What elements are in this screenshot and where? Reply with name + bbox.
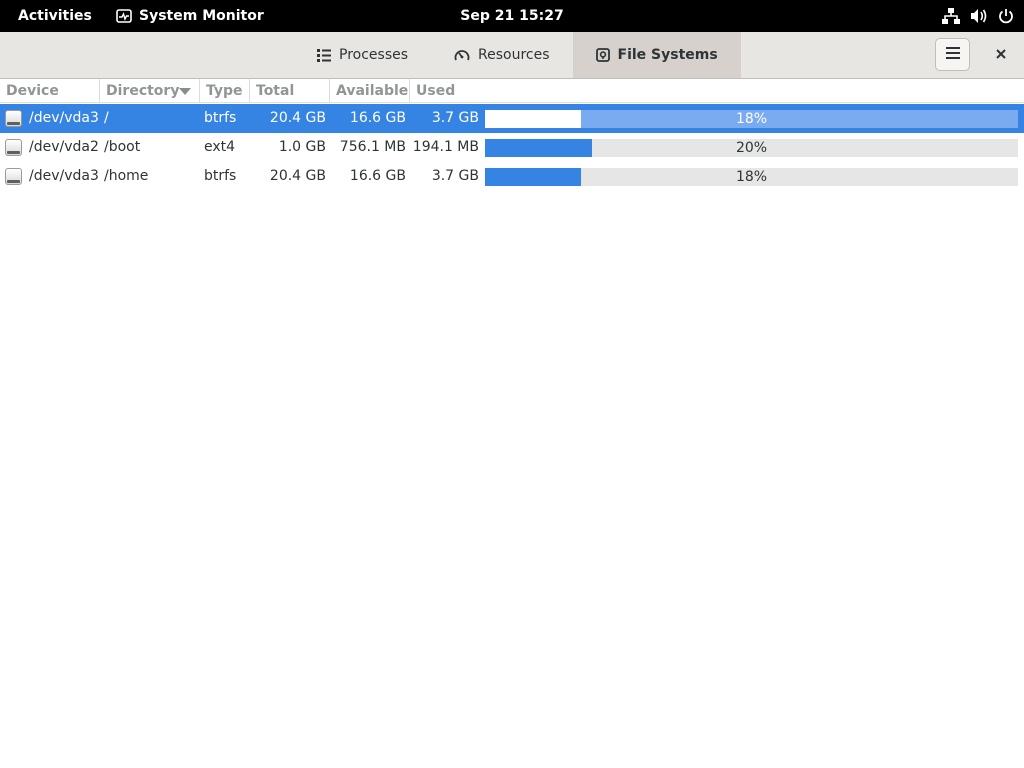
list-icon <box>317 48 331 62</box>
usage-bar: 20% <box>485 139 1018 157</box>
usage-bar: 18% <box>485 110 1018 128</box>
device-cell: /dev/vda3 <box>29 110 99 126</box>
app-name: System Monitor <box>139 8 264 24</box>
available-cell: 16.6 GB <box>349 168 406 184</box>
drive-icon <box>595 48 610 62</box>
available-cell: 756.1 MB <box>339 139 406 155</box>
clock[interactable]: Sep 21 15:27 <box>452 0 572 32</box>
usage-percent: 20% <box>735 140 768 156</box>
top-bar: Activities System Monitor Sep 21 15:27 <box>0 0 1024 32</box>
disk-icon <box>5 139 22 156</box>
gauge-icon <box>454 48 470 62</box>
column-header-device[interactable]: Device <box>0 79 100 103</box>
close-icon <box>996 47 1006 63</box>
total-cell: 20.4 GB <box>269 168 326 184</box>
sort-descending-icon <box>179 88 191 95</box>
volume-icon <box>970 8 988 24</box>
directory-cell: / <box>104 110 109 126</box>
system-tray[interactable] <box>942 0 1014 32</box>
activities-button[interactable]: Activities <box>0 0 110 32</box>
total-cell: 20.4 GB <box>269 110 326 126</box>
used-cell: 3.7 GB <box>431 168 479 184</box>
close-button[interactable] <box>986 38 1016 71</box>
system-monitor-icon <box>116 9 132 23</box>
network-icon <box>942 8 960 24</box>
hamburger-icon <box>945 46 960 63</box>
column-header-total[interactable]: Total <box>250 79 330 103</box>
device-cell: /dev/vda3 <box>29 168 99 184</box>
type-cell: btrfs <box>204 168 237 184</box>
device-cell: /dev/vda2 <box>29 139 99 155</box>
available-cell: 16.6 GB <box>349 110 406 126</box>
tab-processes[interactable]: Processes <box>294 32 431 78</box>
column-header-directory-label: Directory <box>106 83 180 99</box>
table-row[interactable]: /dev/vda2 /boot ext4 1.0 GB 756.1 MB 194… <box>0 133 1024 162</box>
type-cell: ext4 <box>204 139 236 155</box>
disk-icon <box>5 110 22 127</box>
usage-bar: 18% <box>485 168 1018 186</box>
app-menu[interactable]: System Monitor <box>106 0 274 32</box>
type-cell: btrfs <box>204 110 237 126</box>
directory-cell: /home <box>104 168 149 184</box>
file-systems-list: /dev/vda3 / btrfs 20.4 GB 16.6 GB 3.7 GB… <box>0 104 1024 191</box>
usage-percent: 18% <box>735 169 768 185</box>
main-menu-button[interactable] <box>935 38 970 71</box>
directory-cell: /boot <box>104 139 141 155</box>
disk-icon <box>5 168 22 185</box>
total-cell: 1.0 GB <box>278 139 326 155</box>
tab-file-systems[interactable]: File Systems <box>572 32 741 78</box>
column-header-used[interactable]: Used <box>410 79 1024 103</box>
table-row[interactable]: /dev/vda3 / btrfs 20.4 GB 16.6 GB 3.7 GB… <box>0 104 1024 133</box>
power-icon <box>998 8 1014 24</box>
view-switcher: Processes Resources File Systems <box>294 32 741 78</box>
tab-resources-label: Resources <box>478 47 550 63</box>
column-header-directory[interactable]: Directory <box>100 79 200 103</box>
used-cell: 194.1 MB <box>412 139 479 155</box>
tab-processes-label: Processes <box>339 47 409 63</box>
usage-percent: 18% <box>735 111 768 127</box>
header-bar: Processes Resources File Systems <box>0 32 1024 79</box>
column-header-available[interactable]: Available <box>330 79 410 103</box>
column-header-type[interactable]: Type <box>200 79 250 103</box>
column-headers: Device Directory Type Total Available Us… <box>0 79 1024 103</box>
used-cell: 3.7 GB <box>431 110 479 126</box>
tab-resources[interactable]: Resources <box>431 32 573 78</box>
tab-file-systems-label: File Systems <box>617 47 718 63</box>
table-row[interactable]: /dev/vda3 /home btrfs 20.4 GB 16.6 GB 3.… <box>0 162 1024 191</box>
